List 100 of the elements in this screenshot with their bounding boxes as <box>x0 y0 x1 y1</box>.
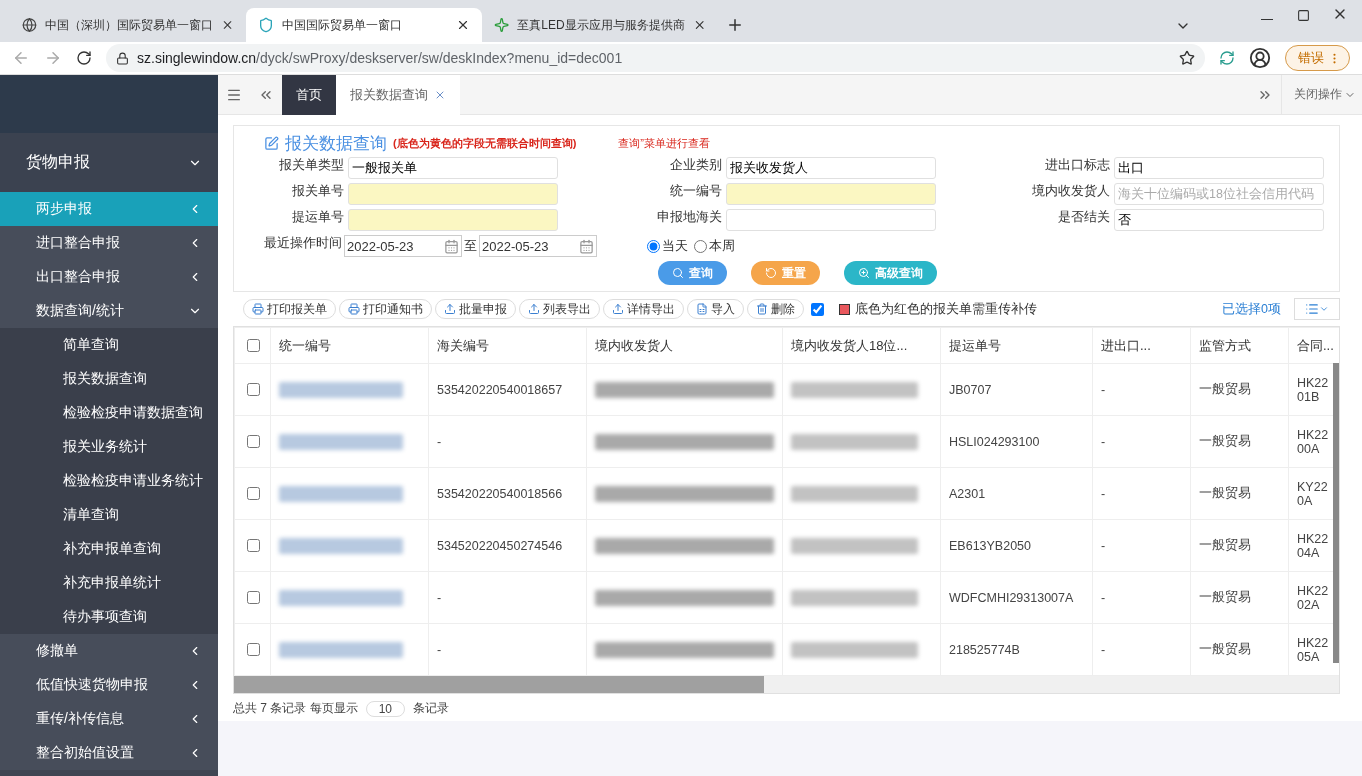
sidebar-item[interactable]: 重传/补传信息 <box>0 702 218 736</box>
input-field[interactable] <box>348 209 558 231</box>
sidebar-item[interactable]: 低值快速货物申报 <box>0 668 218 702</box>
date-separator: 至 <box>464 237 477 255</box>
table-cell: - <box>1092 415 1191 468</box>
sidebar-item[interactable]: 报关数据查询 <box>0 362 218 396</box>
browser-tab[interactable]: 中国国际贸易单一窗口 <box>246 8 482 42</box>
table-cell: 一般贸易 <box>1190 467 1289 520</box>
input-field[interactable]: 否 <box>1114 209 1324 231</box>
address-bar[interactable]: sz.singlewindow.cn/dyck/swProxy/deskserver/sw/deskIndex?menu_id=dec001 <box>106 44 1205 72</box>
sidebar-item[interactable]: 报关业务统计 <box>0 430 218 464</box>
row-checkbox[interactable] <box>247 383 260 396</box>
table-cell: 一般贸易 <box>1190 363 1289 416</box>
table-cell: - <box>428 623 587 676</box>
field-label: 提运单号 <box>291 209 344 226</box>
sidebar-item[interactable]: 修撤单 <box>0 634 218 668</box>
sidebar-item[interactable]: 待办事项查询 <box>0 600 218 634</box>
vertical-scrollbar[interactable] <box>1333 363 1339 663</box>
printer-icon <box>252 303 264 315</box>
column-header[interactable]: 进出口... <box>1092 327 1191 364</box>
profile-icon <box>1249 47 1271 69</box>
shield-icon <box>258 17 274 33</box>
field-label: 统一编号 <box>669 183 722 200</box>
sidebar-item[interactable]: 补充申报单统计 <box>0 566 218 600</box>
sidebar-item[interactable]: 数据查询/统计 <box>0 294 218 328</box>
range-radio[interactable]: 当天 <box>647 237 688 255</box>
field-label: 企业类别 <box>669 157 722 174</box>
sidebar-item[interactable]: 出口整合申报 <box>0 260 218 294</box>
globe-icon <box>22 17 37 33</box>
reload-icon <box>76 50 92 66</box>
field-label: 进出口标志 <box>1044 157 1110 174</box>
field-label: 申报地海关 <box>656 209 722 226</box>
upload-icon <box>612 303 624 315</box>
table-cell: - <box>1092 467 1191 520</box>
lock-icon <box>116 51 129 65</box>
input-field[interactable]: 一般报关单 <box>348 157 558 179</box>
select-all-checkbox[interactable] <box>247 339 260 352</box>
forward-icon <box>44 49 62 67</box>
field-label: 境内收发货人 <box>1031 183 1110 200</box>
refresh-icon <box>1219 50 1235 66</box>
toolbar-button[interactable]: 删除 <box>747 299 804 319</box>
column-header[interactable]: 合同... <box>1288 327 1339 364</box>
input-field[interactable]: 海关十位编码或18位社会信用代码 <box>1114 183 1324 205</box>
row-checkbox[interactable] <box>247 539 260 552</box>
row-checkbox[interactable] <box>247 643 260 656</box>
column-header[interactable]: 海关编号 <box>428 327 587 364</box>
column-header[interactable]: 境内收发货人 <box>586 327 783 364</box>
date-field[interactable]: 2022-05-23 <box>344 235 462 257</box>
search-icon <box>672 267 684 279</box>
table-cell: 534520220450274546 <box>428 519 587 572</box>
table-cell: EB613YB2050 <box>940 519 1093 572</box>
sidebar-item[interactable]: 简单查询 <box>0 328 218 362</box>
date-field[interactable]: 2022-05-23 <box>479 235 597 257</box>
toolbar-button[interactable]: 导入 <box>687 299 744 319</box>
table-cell: 一般贸易 <box>1190 415 1289 468</box>
range-radio[interactable]: 本周 <box>694 237 735 255</box>
row-checkbox[interactable] <box>247 487 260 500</box>
toolbar-button[interactable]: 详情导出 <box>603 299 684 319</box>
toolbar-button[interactable]: 打印通知书 <box>339 299 432 319</box>
sidebar-item[interactable]: 检验检疫申请数据查询 <box>0 396 218 430</box>
sidebar-item[interactable]: 整合初始值设置 <box>0 736 218 770</box>
input-field[interactable] <box>726 183 936 205</box>
table-cell: - <box>1092 363 1191 416</box>
radio-button[interactable] <box>694 239 707 253</box>
spreadsheet-icon <box>696 303 708 315</box>
checkbox[interactable] <box>811 302 824 316</box>
table-cell: 535420220540018657 <box>428 363 587 416</box>
sidebar-item[interactable]: 补充申报单查询 <box>0 532 218 566</box>
selected-count: 已选择0项 <box>1222 300 1281 318</box>
column-header[interactable]: 监管方式 <box>1190 327 1289 364</box>
zoom-icon <box>858 267 870 279</box>
column-header[interactable]: 提运单号 <box>940 327 1093 364</box>
row-checkbox[interactable] <box>247 591 260 604</box>
toolbar-button[interactable]: 打印报关单 <box>243 299 336 319</box>
minimize-icon[interactable] <box>1261 18 1273 20</box>
sidebar-item[interactable]: 检验检疫申请业务统计 <box>0 464 218 498</box>
radio-button[interactable] <box>647 239 660 253</box>
close-operations-menu[interactable]: 关闭操作 <box>1281 74 1362 115</box>
input-field[interactable]: 出口 <box>1114 157 1324 179</box>
browser-tab[interactable]: 中国（深圳）国际贸易单一窗口 <box>10 8 246 42</box>
column-header[interactable]: 境内收发货人18位... <box>782 327 941 364</box>
page-tab[interactable]: 报关数据查询 <box>336 74 460 115</box>
sparkle-icon <box>494 17 510 33</box>
sidebar-item[interactable]: 清单查询 <box>0 498 218 532</box>
input-field[interactable] <box>348 183 558 205</box>
column-header[interactable]: 统一编号 <box>270 327 429 364</box>
toolbar-button[interactable]: 列表导出 <box>519 299 600 319</box>
form-note: (底色为黄色的字段无需联合时间查询) <box>393 136 577 151</box>
toolbar-button[interactable]: 批量申报 <box>435 299 516 319</box>
sidebar-item[interactable]: 货物申报 <box>0 133 218 192</box>
reset-icon <box>765 267 777 279</box>
horizontal-scrollbar[interactable] <box>234 676 1339 693</box>
table-cell: - <box>428 415 587 468</box>
page-tab[interactable]: 首页 <box>282 74 336 115</box>
sidebar-item[interactable]: 进口整合申报 <box>0 226 218 260</box>
error-button[interactable]: 错误 <box>1285 45 1350 71</box>
browser-tab[interactable]: 至真LED显示应用与服务提供商 <box>482 8 718 42</box>
input-field[interactable] <box>726 209 936 231</box>
row-checkbox[interactable] <box>247 435 260 448</box>
input-field[interactable]: 报关收发货人 <box>726 157 936 179</box>
